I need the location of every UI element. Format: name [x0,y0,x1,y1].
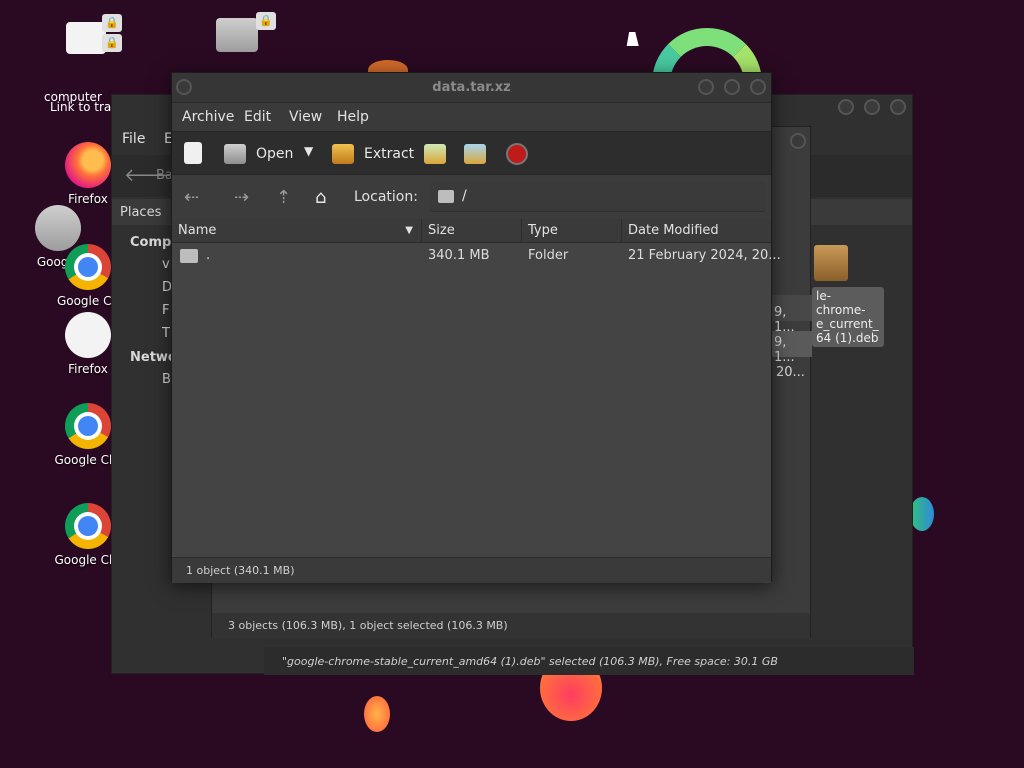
new-archive-icon[interactable] [184,142,202,164]
extract-icon[interactable] [332,144,354,164]
status-bar: 1 object (340.1 MB) [172,557,771,583]
window-title: data.tar.xz [432,80,511,95]
up-arrow-icon[interactable]: ⇡ [276,187,291,208]
link-icon [66,22,106,54]
places-label: Places [120,205,162,220]
column-label: Name [178,223,217,238]
chrome-icon [65,503,111,549]
cell-type: Folder [528,248,569,263]
partial-date-cell: 20... [776,365,805,380]
menu-archive[interactable]: Archive [182,109,234,125]
desktop-icon-label: Firefox [68,362,108,376]
folder-icon [216,18,258,52]
extract-button[interactable]: Extract [364,146,414,162]
cell-name: . [206,248,211,263]
window-close-button[interactable] [750,79,766,95]
menu-edit[interactable]: Edit [244,109,271,125]
status-text: "google-chrome-stable_current_amd64 (1).… [282,655,778,668]
folder-icon [438,190,454,203]
desktop-icon-label: Google Ch [56,294,120,308]
sidebar-section-network: Netwo [130,350,177,365]
column-date-modified[interactable]: Date Modified [622,219,773,243]
menu-file[interactable]: File [122,131,145,147]
lock-icon: 🔒 [102,34,122,52]
column-label: Type [528,223,558,238]
desktop-blob-small [364,696,390,732]
cell-size: 340.1 MB [428,248,490,263]
window-maximize-button[interactable] [864,99,880,115]
lock-icon: 🔒 [256,12,276,30]
column-label: Date Modified [628,223,719,238]
menu-view[interactable]: View [289,109,322,125]
back-arrow-icon[interactable]: ⇠ [184,187,199,208]
window-maximize-button[interactable] [724,79,740,95]
link-icon [65,312,111,358]
location-label: Location: [354,189,418,205]
selected-file-icon[interactable] [814,245,848,281]
mouse-cursor-icon [626,32,642,46]
folder-icon [180,249,198,263]
menu-help[interactable]: Help [337,109,369,125]
status-text: 1 object (340.1 MB) [186,564,295,577]
column-name[interactable]: Name ▼ [172,219,422,243]
desktop-icon-folder-top[interactable]: 🔒 [214,12,284,72]
partial-date-cell: 9, 1... [774,335,795,365]
table-row[interactable]: . 340.1 MB Folder 21 February 2024, 20..… [172,243,781,269]
sort-chevron-down-icon: ▼ [405,225,413,236]
stop-icon[interactable] [508,145,526,163]
open-button[interactable]: Open [256,146,293,162]
firefox-icon [65,142,111,188]
toolbar: Open ▼ Extract [172,131,771,175]
window-minimize-button[interactable] [838,99,854,115]
column-headers: Name ▼ Size Type Date Modified [172,219,771,243]
title-bar[interactable]: data.tar.xz [172,73,771,103]
window-close-button[interactable] [790,133,806,149]
column-size[interactable]: Size [422,219,522,243]
desktop-icon-label: Link to tra [50,100,112,114]
menu-bar: Archive Edit View Help [172,103,771,131]
open-dropdown-chevron-down-icon[interactable]: ▼ [304,144,313,158]
forward-arrow-icon[interactable]: ⇢ [234,187,249,208]
desktop-icon-label: Firefox [68,192,108,206]
desktop-blob-blue [910,497,934,531]
cell-date: 21 February 2024, 20... [628,248,781,263]
archive-manager-window[interactable]: data.tar.xz Archive Edit View Help Open … [171,72,781,583]
home-icon[interactable]: ⌂ [315,187,326,208]
lock-icon: 🔒 [102,14,122,32]
column-label: Size [428,223,455,238]
desktop-icon-stack-top[interactable]: 🔒 🔒 computer Link to tra [40,12,130,114]
sidebar-item[interactable]: F [162,303,169,318]
window-minimize-button[interactable] [698,79,714,95]
location-path: / [462,188,467,204]
window-close-button[interactable] [890,99,906,115]
sidebar-item[interactable]: T [162,326,170,341]
location-bar: ⇠ ⇢ ⇡ ⌂ Location: / [172,175,771,219]
open-archive-icon[interactable] [224,144,246,164]
selected-file-label[interactable]: le-chrome- e_current_ 64 (1).deb [812,287,884,347]
chrome-icon [65,244,111,290]
add-files-icon[interactable] [424,144,446,164]
sidebar-item[interactable]: B [162,372,171,387]
status-text: 3 objects (106.3 MB), 1 object selected … [228,619,508,632]
location-field[interactable]: / [430,182,766,212]
column-type[interactable]: Type [522,219,622,243]
file-list[interactable]: . 340.1 MB Folder 21 February 2024, 20..… [172,243,781,557]
chrome-icon [65,403,111,449]
add-folder-icon[interactable] [464,144,486,164]
